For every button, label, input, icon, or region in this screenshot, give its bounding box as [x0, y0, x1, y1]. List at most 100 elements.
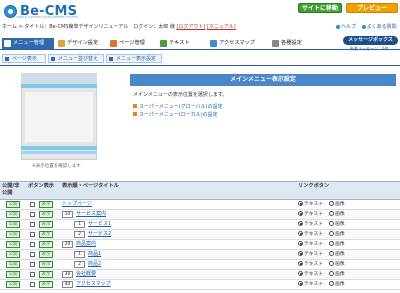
display-toggle-button[interactable]: 表示 — [39, 221, 53, 228]
show-button-checkbox[interactable] — [30, 232, 35, 237]
manual-link[interactable]: [マニュアル] — [207, 24, 236, 30]
image-radio-label: 画像 — [335, 242, 345, 247]
order-input[interactable]: 20 — [62, 241, 73, 248]
page-title-link[interactable]: 商品1 — [88, 251, 101, 258]
show-button-checkbox[interactable] — [30, 222, 35, 227]
page-title-link[interactable]: 商品案内 — [76, 241, 96, 248]
text-radio-label: テキスト — [304, 232, 324, 237]
show-button-checkbox[interactable] — [30, 212, 35, 217]
public-toggle-button[interactable]: 公開 — [6, 241, 20, 248]
display-toggle-button[interactable]: 表示 — [39, 251, 53, 258]
link-button-type: テキスト 画像 — [298, 221, 345, 228]
tab-design-settings[interactable]: デザイン設定 — [56, 38, 106, 49]
public-toggle-button[interactable]: 公開 — [6, 281, 20, 288]
table-row: 公開 表示 2 商品2 テキスト 画像 — [0, 260, 400, 270]
subtab-page-display[interactable]: ページ表示 — [2, 54, 46, 63]
text-radio[interactable] — [298, 201, 303, 206]
display-toggle-button[interactable]: 表示 — [39, 211, 53, 218]
public-toggle-button[interactable]: 公開 — [6, 271, 20, 278]
image-radio[interactable] — [329, 281, 335, 286]
show-button-checkbox[interactable] — [30, 282, 35, 287]
subtab-menu-display-settings[interactable]: メニュー表示設定 — [106, 54, 162, 63]
image-radio[interactable] — [329, 271, 335, 276]
tab-page-management[interactable]: ページ管理 — [108, 38, 156, 49]
display-toggle-button[interactable]: 表示 — [39, 271, 53, 278]
text-radio[interactable] — [298, 281, 303, 286]
tab-access-map[interactable]: アクセスマップ — [208, 38, 270, 49]
preview-button[interactable]: プレビュー — [346, 3, 398, 13]
table-row: 公開 表示 10 サービス案内 テキスト 画像 — [0, 210, 400, 220]
image-radio[interactable] — [329, 261, 335, 266]
text-radio[interactable] — [298, 231, 303, 236]
public-toggle-button[interactable]: 公開 — [6, 201, 20, 208]
breadcrumb: ホーム > タイトル：Be-CMS簡単デザインリニューアル ログイン：太郎 様 … — [2, 23, 236, 31]
public-toggle-button[interactable]: 公開 — [6, 251, 20, 258]
page-title-link[interactable]: サービス2 — [88, 231, 111, 238]
page-title-link[interactable]: 会社概要 — [76, 271, 96, 278]
image-radio[interactable] — [329, 201, 335, 206]
show-button-checkbox[interactable] — [30, 252, 35, 257]
info-text: メインメニューの表示位置を選択します。 — [133, 92, 228, 98]
faq-link[interactable]: よくある質問 — [367, 24, 397, 30]
show-button-checkbox[interactable] — [30, 242, 35, 247]
text-radio[interactable] — [298, 211, 303, 216]
display-toggle-button[interactable]: 表示 — [39, 261, 53, 268]
order-input[interactable]: 10 — [62, 211, 73, 218]
image-radio[interactable] — [329, 251, 335, 256]
col-header-link-button: リンクボタン — [298, 183, 330, 189]
text-radio[interactable] — [298, 241, 303, 246]
text-radio[interactable] — [298, 261, 303, 266]
tab-label: デザイン設定 — [67, 40, 99, 46]
public-toggle-button[interactable]: 公開 — [6, 261, 20, 268]
map-icon — [210, 40, 217, 47]
page-title-link[interactable]: 商品2 — [88, 261, 101, 268]
order-input[interactable]: 2 — [74, 261, 85, 268]
image-radio[interactable] — [329, 221, 335, 226]
image-radio[interactable] — [329, 231, 335, 236]
image-radio-label: 画像 — [335, 212, 345, 217]
tab-text[interactable]: テキスト — [158, 38, 206, 49]
image-radio-label: 画像 — [335, 262, 345, 267]
page-title-link[interactable]: トップページ — [62, 201, 92, 208]
tab-settings[interactable]: 各種設定 — [270, 38, 320, 49]
show-button-checkbox[interactable] — [30, 272, 35, 277]
col-header-public: 公開/非公開 — [2, 183, 20, 196]
tab-menu-management[interactable]: メニュー管理 — [2, 38, 54, 49]
message-box-button[interactable]: メッセージボックス — [343, 36, 398, 45]
public-toggle-button[interactable]: 公開 — [6, 221, 20, 228]
logout-link[interactable]: [ログアウト] — [176, 24, 205, 30]
page-title-link[interactable]: サービス案内 — [76, 211, 106, 218]
logo-tagline: SIMPLE CONTENT MANAGEMENT SYSTEM — [16, 15, 78, 19]
faq-icon — [361, 24, 366, 29]
text-radio[interactable] — [298, 251, 303, 256]
image-radio[interactable] — [329, 211, 335, 216]
text-radio[interactable] — [298, 221, 303, 226]
order-input[interactable]: 40 — [62, 281, 73, 288]
show-button-checkbox[interactable] — [30, 202, 35, 207]
show-button-checkbox[interactable] — [30, 262, 35, 267]
page-title-link[interactable]: サービス1 — [88, 221, 111, 228]
display-toggle-button[interactable]: 表示 — [39, 201, 53, 208]
local-menu-settings-link[interactable]: スーパーメニュー(ローカル)の設定 — [133, 111, 218, 118]
text-radio[interactable] — [298, 271, 303, 276]
subtab-menu-sort[interactable]: メニュー並び替え — [48, 54, 104, 63]
tab-label: メニュー管理 — [13, 40, 45, 46]
help-link[interactable]: ヘルプ — [341, 24, 356, 30]
display-toggle-button[interactable]: 表示 — [39, 241, 53, 248]
image-radio[interactable] — [329, 241, 335, 246]
public-toggle-button[interactable]: 公開 — [6, 231, 20, 238]
order-input[interactable]: 1 — [74, 251, 85, 258]
order-input[interactable]: 30 — [62, 271, 73, 278]
text-radio-label: テキスト — [304, 202, 324, 207]
public-toggle-button[interactable]: 公開 — [6, 211, 20, 218]
go-to-site-button[interactable]: サイトに移動 — [298, 3, 342, 13]
order-input[interactable]: 2 — [74, 231, 85, 238]
help-links: ヘルプ よくある質問 — [336, 23, 397, 31]
preview-body — [25, 92, 93, 142]
new-messages-count: 新着メッセージ：0件 — [350, 46, 389, 51]
page-title-link[interactable]: アクセスマップ — [76, 281, 111, 288]
order-input[interactable]: 1 — [74, 221, 85, 228]
display-toggle-button[interactable]: 表示 — [39, 281, 53, 288]
display-toggle-button[interactable]: 表示 — [39, 231, 53, 238]
global-menu-settings-link[interactable]: スーパーメニュー(グローバル)の設定 — [133, 103, 223, 110]
